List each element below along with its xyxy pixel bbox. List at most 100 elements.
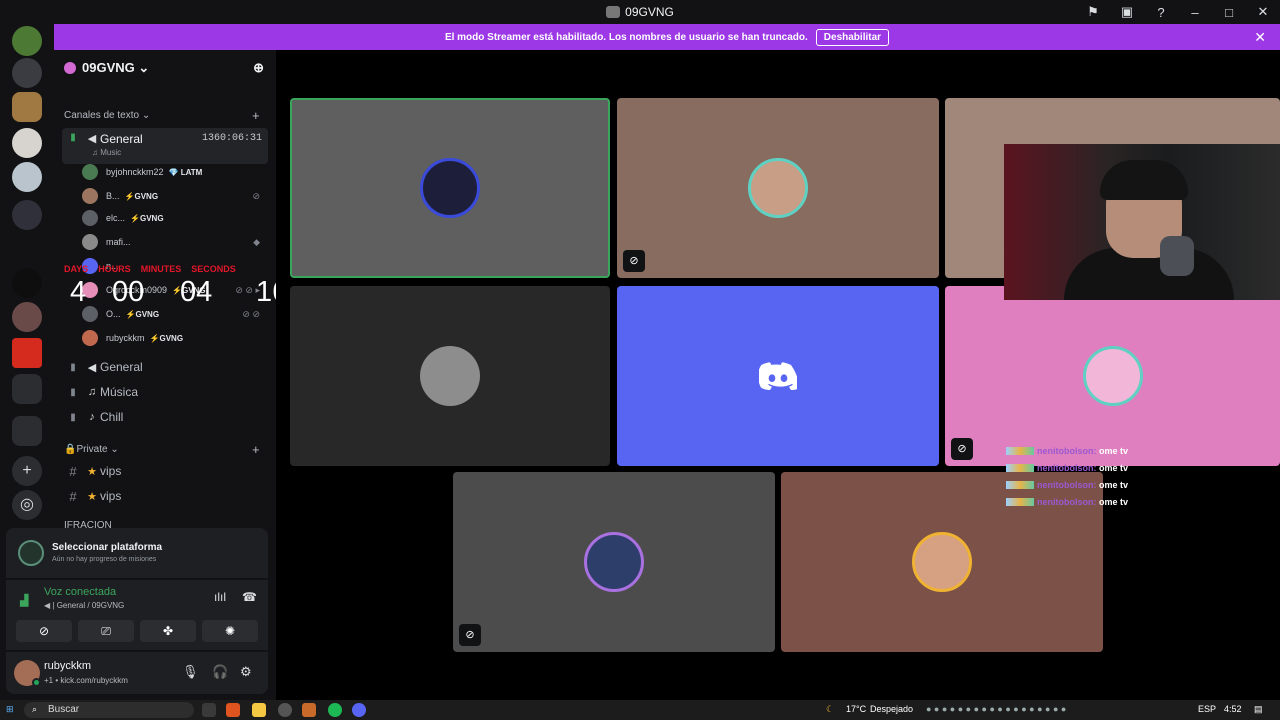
activities-button[interactable]: ✤ — [140, 620, 196, 642]
spotify-icon[interactable] — [328, 703, 342, 717]
discord-logo-icon — [759, 362, 797, 390]
server-folder[interactable] — [12, 374, 42, 404]
app-icon[interactable] — [302, 703, 316, 717]
discord-icon[interactable] — [352, 703, 366, 717]
voice-connection-panel: ▟ Voz conectada ◀ | General / 09GVNG ılı… — [6, 580, 268, 650]
participant-avatar — [420, 346, 480, 406]
server-icon[interactable] — [12, 58, 42, 88]
channel-name: General — [100, 132, 143, 146]
voice-user[interactable]: rubyckkm ⚡GVNG — [82, 328, 266, 348]
search-icon: ⌕ — [32, 704, 38, 714]
close-window-button[interactable]: ✕ — [1246, 4, 1280, 20]
inbox-icon[interactable]: ▣ — [1110, 4, 1144, 20]
notifications-icon[interactable]: ▤ — [1254, 704, 1263, 715]
server-icon[interactable] — [12, 302, 42, 332]
taskbar-search[interactable]: Buscar — [24, 702, 194, 718]
category-private[interactable]: 🔒Private ⌄ — [64, 444, 119, 455]
participant-tile[interactable] — [617, 286, 939, 466]
file-explorer-icon[interactable] — [252, 703, 266, 717]
noise-suppression-icon[interactable]: ılıl — [214, 590, 226, 604]
signal-icon: ▮ — [70, 411, 76, 423]
webcam-person — [1100, 160, 1188, 200]
server-icon[interactable] — [12, 128, 42, 158]
chat-line: nenitobolson: ome tv — [1006, 463, 1186, 480]
participant-avatar — [584, 532, 644, 592]
app-icon[interactable] — [278, 703, 292, 717]
microphone-icon[interactable]: 🎙 — [182, 664, 199, 680]
voice-channel-general1[interactable]: ▮ ◀ General — [62, 356, 268, 378]
text-channel-vips[interactable]: # ★ vips — [62, 485, 268, 507]
task-view-icon[interactable] — [202, 703, 216, 717]
voice-user[interactable]: mafi... ◆ — [82, 232, 266, 252]
language-indicator[interactable]: ESP — [1198, 704, 1216, 714]
user-tag: ⚡GVNG — [130, 213, 164, 223]
participant-avatar — [1082, 346, 1143, 406]
tray-icons[interactable]: ● ● ● ● ● ● ● ● ● ● ● ● ● ● ● ● ● ● — [926, 704, 1066, 714]
add-server-icon[interactable]: + — [12, 456, 42, 486]
server-icon[interactable] — [12, 200, 42, 230]
participant-tile[interactable]: ⊘ — [453, 472, 775, 652]
avatar — [82, 330, 98, 346]
voice-user[interactable]: elc... ⚡GVNG — [82, 208, 266, 228]
participant-tile[interactable]: ⊘ — [945, 286, 1280, 466]
windows-taskbar: ⊞ Buscar ⌕ ☾ 17°C Despejado ● ● ● ● ● ● … — [0, 700, 1280, 720]
voice-user[interactable]: B... ⚡GVNG ⊘ — [82, 186, 266, 206]
speaker-icon: ◀ — [87, 133, 97, 145]
chat-badges-icon — [1006, 464, 1034, 472]
search-placeholder: Buscar — [48, 704, 80, 715]
voice-channel-label[interactable]: ◀ | General / 09GVNG — [44, 601, 124, 610]
server-icon[interactable] — [12, 338, 42, 368]
user-tag: ⚡GVNG — [124, 191, 159, 201]
participant-tile[interactable] — [290, 98, 610, 278]
server-icon[interactable] — [12, 162, 42, 192]
voice-channel-chill[interactable]: ▮ ♪ Chill — [62, 406, 268, 428]
participant-tile[interactable] — [290, 286, 610, 466]
weather-desc[interactable]: Despejado — [870, 704, 913, 714]
camera-button[interactable]: ⊘ — [16, 620, 72, 642]
server-icon[interactable] — [12, 26, 42, 56]
discover-icon[interactable]: ◎ — [12, 490, 42, 520]
settings-gear-icon[interactable]: ⚙ — [240, 664, 252, 680]
chat-line: nenitobolson: ome tv — [1006, 497, 1186, 514]
soundboard-button[interactable]: ✺ — [202, 620, 258, 642]
voice-channel-general[interactable]: ▮ ◀ General 1360:06:31 ♫ Music — [62, 128, 268, 164]
chat-line: nenitobolson: ome tv — [1006, 480, 1186, 497]
voice-user[interactable]: byjohnckkm22 💎 LATM — [82, 162, 266, 182]
banner-close-icon[interactable]: ✕ — [1254, 29, 1266, 46]
voice-channel-musica[interactable]: ▮ ♫ Música — [62, 381, 268, 403]
server-icon[interactable] — [12, 92, 42, 122]
disable-streamer-button[interactable]: Deshabilitar — [815, 28, 890, 46]
help-icon[interactable]: ? — [1144, 5, 1178, 20]
brave-icon[interactable] — [226, 703, 240, 717]
voice-status[interactable]: Voz conectada — [44, 586, 116, 598]
hash-icon: # — [69, 463, 77, 479]
user-name[interactable]: rubyckkm — [44, 660, 91, 672]
create-channel-icon[interactable]: + — [252, 442, 260, 457]
participant-avatar — [912, 532, 972, 592]
server-name: 09GVNG — [82, 60, 135, 75]
minimize-button[interactable]: – — [1178, 5, 1212, 20]
user-panel: rubyckkm +1 • kick.com/rubyckkm 🎙 🎧 ⚙ — [6, 652, 268, 694]
connection-signal-icon[interactable]: ▟ — [20, 594, 28, 607]
windows-start-icon[interactable]: ⊞ — [6, 704, 14, 715]
channel-name: vips — [100, 489, 122, 503]
text-channel-vips[interactable]: # ★ vips — [62, 460, 268, 482]
quest-panel[interactable]: Seleccionar plataforma Aún no hay progre… — [6, 528, 268, 578]
webcam-microphone — [1160, 236, 1194, 276]
create-channel-icon[interactable]: + — [252, 108, 260, 123]
clock[interactable]: 4:52 — [1224, 704, 1242, 714]
headphones-icon[interactable]: 🎧 — [212, 664, 228, 680]
category-text-channels[interactable]: Canales de texto ⌄ — [64, 110, 150, 121]
weather-temp[interactable]: 17°C — [846, 704, 866, 714]
flag-icon[interactable]: ⚑ — [1076, 4, 1110, 20]
participant-tile[interactable]: ⊘ — [617, 98, 939, 278]
screen-share-button[interactable]: ⎚ — [78, 620, 134, 642]
server-header[interactable]: 09GVNG ⌄ ⊕ — [64, 60, 270, 80]
maximize-button[interactable]: □ — [1212, 5, 1246, 20]
server-folder[interactable] — [12, 416, 42, 446]
server-icon[interactable] — [12, 268, 42, 298]
invite-people-icon[interactable]: ⊕ — [253, 60, 264, 76]
countdown-days: 4 — [70, 276, 87, 308]
stream-chat-overlay: nenitobolson: ome tv nenitobolson: ome t… — [1006, 446, 1186, 514]
disconnect-icon[interactable]: ☎ — [242, 590, 257, 604]
